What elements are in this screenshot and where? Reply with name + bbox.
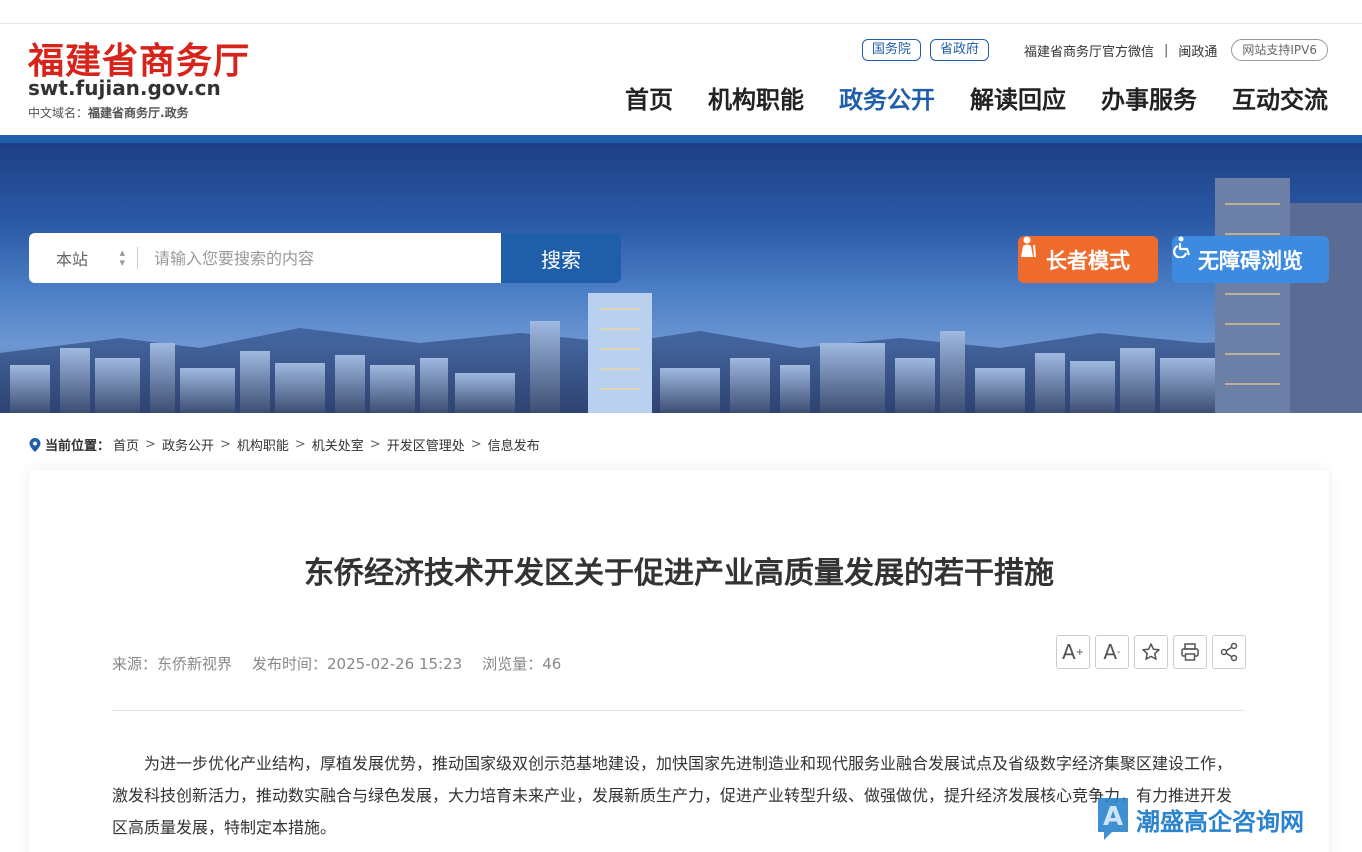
- location-pin-icon: [29, 437, 41, 452]
- header-divider-bar: [0, 135, 1362, 143]
- favorite-button[interactable]: [1134, 635, 1168, 669]
- site-domain: swt.fujian.gov.cn: [28, 76, 221, 100]
- up-down-caret-icon: ▴ ▾: [119, 246, 125, 269]
- share-icon: [1220, 642, 1238, 662]
- minzhengtong-link[interactable]: 闽政通: [1178, 41, 1217, 60]
- hero-banner: 本站 ▴▾ 搜索 长者模式 无障碍浏览: [0, 143, 1362, 413]
- font-increase-icon: A: [1061, 640, 1076, 664]
- share-button[interactable]: [1212, 635, 1246, 669]
- wechat-link[interactable]: 福建省商务厅官方微信: [1024, 41, 1154, 60]
- breadcrumb: 当前位置： 首页 > 政务公开 > 机构职能 > 机关处室 > 开发区管理处 >…: [29, 435, 540, 454]
- breadcrumb-info-release[interactable]: 信息发布: [488, 435, 540, 454]
- breadcrumb-arrow: >: [294, 437, 306, 452]
- font-decrease-icon: A: [1103, 640, 1118, 664]
- elder-mode-button[interactable]: 长者模式: [1018, 236, 1158, 283]
- svg-text:A: A: [1103, 802, 1123, 832]
- watermark-logo-icon: A: [1098, 798, 1128, 840]
- main-nav: 首页 机构职能 政务公开 解读回应 办事服务 互动交流: [590, 82, 1328, 118]
- font-increase-button[interactable]: A +: [1056, 635, 1090, 669]
- nav-gov-affairs[interactable]: 政务公开: [839, 82, 935, 118]
- font-decrease-button[interactable]: A-: [1095, 635, 1129, 669]
- cn-domain-value: 福建省商务厅.政务: [88, 106, 189, 120]
- search-bar: 本站 ▴▾ 搜索: [29, 233, 621, 283]
- breadcrumb-home[interactable]: 首页: [113, 435, 139, 454]
- nav-interpretation[interactable]: 解读回应: [970, 82, 1066, 118]
- barrier-free-label: 无障碍浏览: [1198, 248, 1303, 273]
- breadcrumb-dev-zone-office[interactable]: 开发区管理处: [387, 435, 465, 454]
- breadcrumb-arrow: >: [369, 437, 381, 452]
- breadcrumb-arrow: >: [219, 437, 231, 452]
- breadcrumb-gov-affairs[interactable]: 政务公开: [162, 435, 214, 454]
- search-button[interactable]: 搜索: [38, 233, 621, 283]
- utility-bar: 国务院 省政府 福建省商务厅官方微信 | 闽政通 网站支持IPV6: [861, 39, 1328, 61]
- print-button[interactable]: [1173, 635, 1207, 669]
- article-paragraph: 为进一步优化产业结构，厚植发展优势，推动国家级双创示范基地建设，加快国家先进制造…: [112, 754, 1233, 837]
- font-decrease-sup: -: [1117, 646, 1121, 658]
- breadcrumb-arrow: >: [145, 437, 156, 452]
- watermark-text: 潮盛高企咨询网: [1136, 806, 1304, 836]
- article-tools: A + A-: [1056, 635, 1251, 669]
- article-meta: 来源：东侨新视界 发布时间：2025-02-26 15:23 浏览量：46: [112, 653, 581, 674]
- ipv6-badge: 网站支持IPV6: [1231, 39, 1328, 61]
- meta-divider: [112, 710, 1245, 711]
- search-input[interactable]: [138, 248, 501, 268]
- elder-person-icon: [1021, 236, 1036, 258]
- breadcrumb-departments[interactable]: 机关处室: [312, 435, 364, 454]
- article-views: 浏览量：46: [482, 655, 562, 673]
- search-scope-value: 本站: [56, 250, 89, 269]
- nav-services[interactable]: 办事服务: [1101, 82, 1197, 118]
- cn-domain-label: 中文域名：: [28, 106, 89, 120]
- article-title: 东侨经济技术开发区关于促进产业高质量发展的若干措施: [304, 556, 1054, 591]
- nav-home[interactable]: 首页: [625, 82, 673, 118]
- province-link[interactable]: 省政府: [929, 39, 989, 61]
- cn-domain: 中文域名：福建省商务厅.政务: [28, 104, 189, 121]
- watermark: A 潮盛高企咨询网: [1094, 796, 1304, 842]
- barrier-free-button[interactable]: 无障碍浏览: [1172, 236, 1329, 283]
- state-council-link[interactable]: 国务院: [861, 39, 921, 61]
- utility-separator: |: [1163, 42, 1169, 58]
- search-button-label: 搜索: [541, 247, 581, 272]
- printer-icon: [1181, 643, 1199, 661]
- nav-interaction[interactable]: 互动交流: [1232, 82, 1328, 118]
- breadcrumb-organization[interactable]: 机构职能: [237, 435, 289, 454]
- font-increase-sup: +: [1075, 646, 1085, 658]
- nav-organization[interactable]: 机构职能: [708, 82, 804, 118]
- article-source: 来源：东侨新视界: [112, 655, 233, 673]
- breadcrumb-arrow: >: [470, 437, 482, 452]
- search-icon: [38, 234, 56, 252]
- search-box: 本站 ▴ ▾: [29, 233, 501, 283]
- elder-mode-label: 长者模式: [1046, 248, 1130, 273]
- breadcrumb-label: 当前位置：: [45, 439, 111, 454]
- top-strip: [0, 0, 1362, 24]
- star-icon: [1142, 643, 1160, 660]
- site-header: 福建省商务厅 swt.fujian.gov.cn 中文域名：福建省商务厅.政务 …: [0, 24, 1362, 135]
- article-card: 东侨经济技术开发区关于促进产业高质量发展的若干措施 来源：东侨新视界 发布时间：…: [29, 470, 1329, 852]
- wheelchair-icon: [1173, 236, 1191, 258]
- article-publish-time: 发布时间：2025-02-26 15:23: [252, 655, 463, 673]
